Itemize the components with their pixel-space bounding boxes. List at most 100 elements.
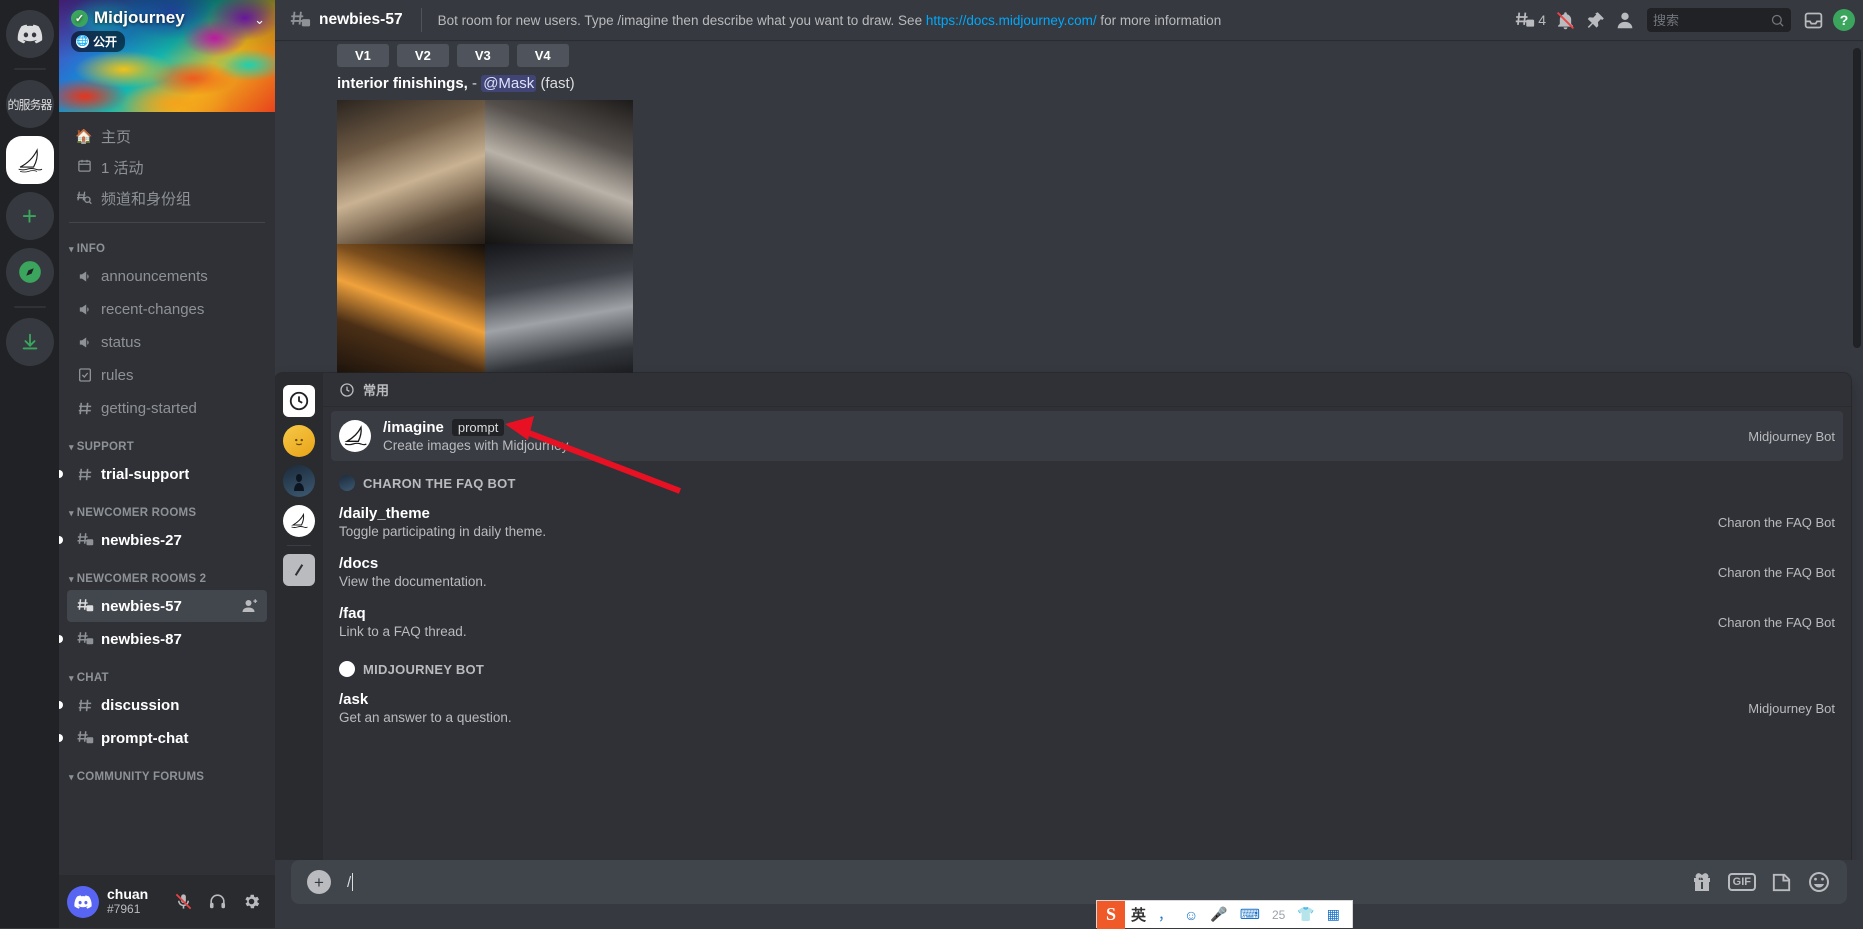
grid-image-4[interactable]: [485, 244, 633, 388]
search-input[interactable]: [1653, 13, 1770, 28]
server-rail-server-cn[interactable]: 的服务器: [6, 80, 54, 128]
member-list-button[interactable]: [1611, 4, 1639, 36]
charon-avatar-icon: [339, 475, 355, 491]
deafen-button[interactable]: [201, 886, 233, 918]
sidebar-item-home[interactable]: 🏠 主页: [67, 121, 267, 151]
sidebar-item-events[interactable]: 1 活动: [67, 152, 267, 182]
hash-thread-icon: [75, 630, 95, 648]
sidebar-item-prompt-chat-label: prompt-chat: [101, 730, 189, 747]
chevron-down-icon[interactable]: ⌄: [254, 12, 265, 28]
command-item-imagine[interactable]: /imagine prompt Create images with Midjo…: [331, 411, 1843, 461]
server-rail-midjourney[interactable]: [6, 136, 54, 184]
sidebar-item-newbies-57[interactable]: newbies-57: [67, 590, 267, 622]
search-box[interactable]: [1647, 8, 1791, 32]
mute-mic-button[interactable]: [167, 886, 199, 918]
user-mention[interactable]: @Mask: [481, 75, 536, 92]
sidebar-item-announcements[interactable]: announcements: [67, 260, 267, 292]
category-newcomer-rooms[interactable]: ▾ NEWCOMER ROOMS: [59, 491, 275, 523]
sidebar-item-rules[interactable]: rules: [67, 359, 267, 391]
category-info[interactable]: ▾ INFO: [59, 227, 275, 259]
category-newcomer-rooms-2[interactable]: ▾ NEWCOMER ROOMS 2: [59, 557, 275, 589]
grid-image-2[interactable]: [485, 100, 633, 244]
notifications-muted-button[interactable]: [1551, 4, 1579, 36]
variant-button-v3[interactable]: V3: [457, 44, 509, 67]
sidebar-item-getting-started[interactable]: getting-started: [67, 392, 267, 424]
sidebar-item-channels-roles[interactable]: 频道和身份组: [67, 183, 267, 213]
popup-rail-builtin[interactable]: [283, 554, 315, 586]
sogou-logo-icon[interactable]: S: [1097, 901, 1125, 929]
pinned-messages-button[interactable]: [1581, 4, 1609, 36]
sidebar-item-newbies-87[interactable]: newbies-87: [67, 623, 267, 655]
avatar[interactable]: [67, 886, 99, 918]
hash-icon: [75, 697, 95, 714]
emoji-icon[interactable]: [1807, 870, 1831, 894]
ime-user-icon[interactable]: 25: [1266, 908, 1291, 922]
sidebar-item-trial-support[interactable]: trial-support: [67, 458, 267, 490]
clock-icon: [288, 390, 310, 412]
slash-command-popup: 常用 /imagine prompt Create ima: [275, 373, 1851, 872]
channel-topic-link[interactable]: https://docs.midjourney.com/: [926, 13, 1097, 28]
sticker-icon[interactable]: [1770, 871, 1793, 894]
rail-divider-2: [14, 306, 46, 308]
username: chuan: [107, 887, 148, 902]
variant-button-v1[interactable]: V1: [337, 44, 389, 67]
sidebar-item-rules-label: rules: [101, 367, 134, 384]
command-item-faq-line: /faq: [339, 605, 1690, 622]
attach-button[interactable]: +: [307, 870, 331, 894]
generated-image-grid[interactable]: [337, 100, 633, 388]
ime-punctuation-icon[interactable]: ，: [1152, 905, 1178, 925]
grid-image-1[interactable]: [337, 100, 485, 244]
message-input[interactable]: /: [347, 873, 1690, 891]
grid-image-3[interactable]: [337, 244, 485, 388]
command-item-daily-theme[interactable]: /daily_theme Toggle participating in dai…: [323, 497, 1851, 547]
server-rail-add-server[interactable]: +: [6, 192, 54, 240]
threads-button[interactable]: 4: [1511, 4, 1549, 36]
category-support[interactable]: ▾ SUPPORT: [59, 425, 275, 457]
announcement-icon: [75, 268, 95, 285]
popup-rail-recent[interactable]: [283, 385, 315, 417]
chevron-down-icon: ▾: [69, 772, 74, 783]
download-icon: [19, 331, 41, 353]
server-rail-download[interactable]: [6, 318, 54, 366]
help-label: ?: [1840, 12, 1849, 28]
cat-face-icon: [288, 430, 310, 452]
inbox-button[interactable]: [1799, 4, 1827, 36]
channel-sidebar: ✓ Midjourney 🌐 公开 ⌄ 🏠 主页 1 活动: [59, 0, 275, 928]
composer-box[interactable]: + / GIF: [291, 860, 1847, 904]
server-rail-explore[interactable]: [6, 248, 54, 296]
popup-rail-bot-3[interactable]: [283, 505, 315, 537]
message-scrollbar[interactable]: [1853, 48, 1861, 348]
user-settings-button[interactable]: [235, 886, 267, 918]
sidebar-item-prompt-chat[interactable]: prompt-chat: [67, 722, 267, 754]
sidebar-item-recent-changes[interactable]: recent-changes: [67, 293, 267, 325]
gif-icon[interactable]: GIF: [1728, 873, 1756, 891]
sidebar-item-status[interactable]: status: [67, 326, 267, 358]
ime-skin-icon[interactable]: 👕: [1291, 906, 1320, 923]
sidebar-item-newbies-27[interactable]: newbies-27: [67, 524, 267, 556]
popup-rail-bot-1[interactable]: [283, 425, 315, 457]
variant-button-v4[interactable]: V4: [517, 44, 569, 67]
server-rail-discord-home[interactable]: [6, 10, 54, 58]
category-community-forums[interactable]: ▾ COMMUNITY FORUMS: [59, 755, 275, 787]
ime-emoji-icon[interactable]: ☺: [1178, 907, 1204, 923]
ime-voice-icon[interactable]: 🎤: [1204, 906, 1233, 923]
command-item-ask[interactable]: /ask Get an answer to a question. Midjou…: [323, 683, 1851, 733]
gift-icon[interactable]: [1690, 870, 1714, 894]
user-info[interactable]: chuan #7961: [107, 887, 148, 916]
command-item-docs[interactable]: /docs View the documentation. Charon the…: [323, 547, 1851, 597]
ime-keyboard-icon[interactable]: ⌨: [1234, 906, 1266, 923]
chevron-down-icon: ▾: [69, 508, 74, 519]
command-item-faq[interactable]: /faq Link to a FAQ thread. Charon the FA…: [323, 597, 1851, 647]
message-input-value: /: [347, 874, 351, 891]
variant-button-v2[interactable]: V2: [397, 44, 449, 67]
popup-rail-bot-2[interactable]: [283, 465, 315, 497]
rail-divider-1: [14, 68, 46, 70]
help-button[interactable]: ?: [1833, 9, 1855, 31]
ime-toolbox-icon[interactable]: ▦: [1321, 906, 1346, 923]
add-member-icon[interactable]: [241, 597, 259, 615]
channel-topic[interactable]: Bot room for new users. Type /imagine th…: [438, 13, 1504, 28]
ime-language-toggle[interactable]: 英: [1125, 904, 1152, 925]
category-chat[interactable]: ▾ CHAT: [59, 656, 275, 688]
server-banner[interactable]: ✓ Midjourney 🌐 公开 ⌄: [59, 0, 275, 112]
sidebar-item-discussion[interactable]: discussion: [67, 689, 267, 721]
